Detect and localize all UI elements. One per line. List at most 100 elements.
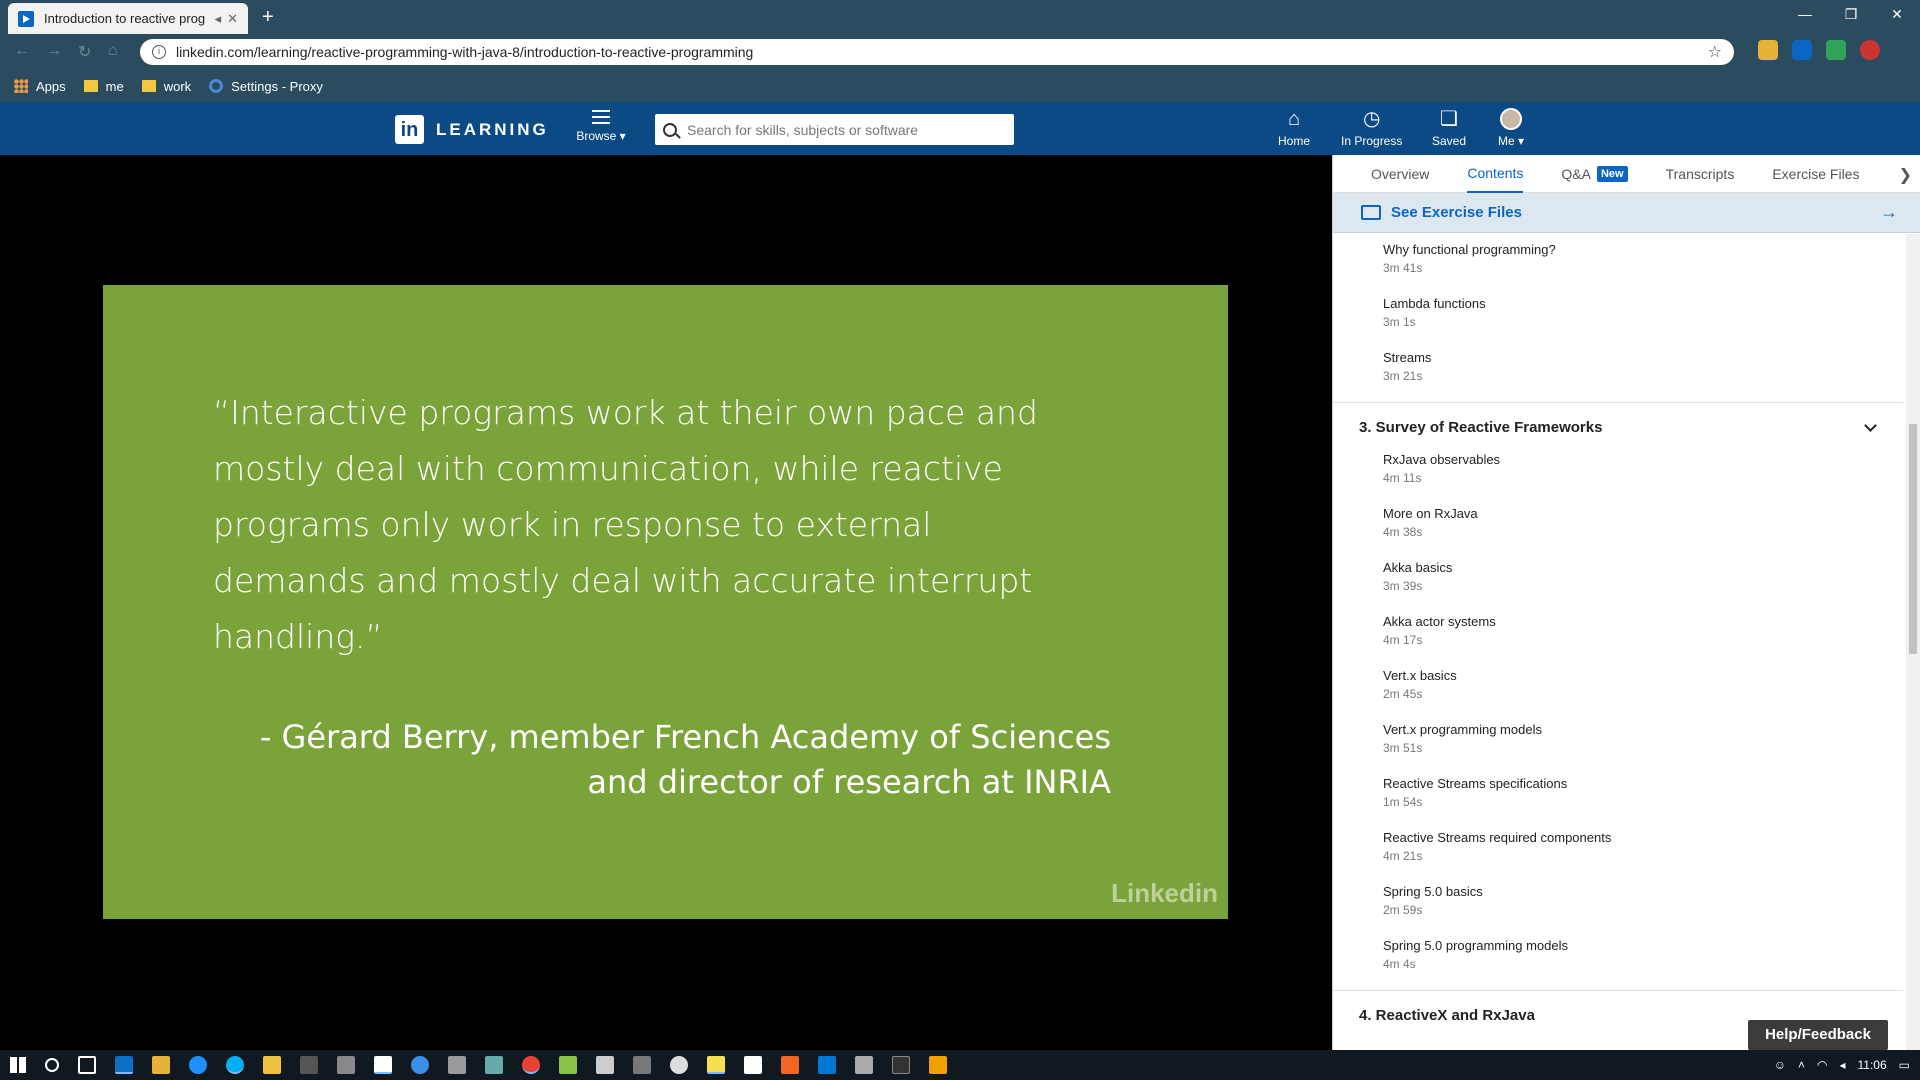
browser-tab[interactable]: Introduction to reactive prog ◂ ✕ (8, 3, 248, 34)
windows-start-icon[interactable] (10, 1057, 26, 1073)
section-header-3[interactable]: 3. Survey of Reactive Frameworks (1333, 402, 1903, 444)
clock-text[interactable]: 11:06 (1858, 1058, 1887, 1072)
list-item[interactable]: Akka basics 3m 39s (1333, 552, 1903, 606)
chevron-up-icon[interactable]: ˄ (1798, 1058, 1805, 1072)
close-window-button[interactable]: ✕ (1874, 0, 1920, 30)
wifi-icon[interactable]: ◠ (1817, 1058, 1827, 1072)
app-icon[interactable] (670, 1056, 688, 1074)
bookmark-star-icon[interactable]: ☆ (1708, 42, 1722, 62)
list-item[interactable]: Vert.x programming models 3m 51s (1333, 714, 1903, 768)
browse-menu-button[interactable]: Browse ▾ (576, 110, 626, 145)
people-icon[interactable]: ☺ (1774, 1058, 1786, 1072)
help-feedback-button[interactable]: Help/Feedback (1748, 1020, 1888, 1050)
tab-title: Introduction to reactive prog (44, 11, 206, 26)
linkedin-learning-logo[interactable]: in LEARNING (395, 115, 549, 144)
list-item[interactable]: Spring 5.0 basics 2m 59s (1333, 876, 1903, 930)
home-icon[interactable]: ⌂ (108, 42, 118, 60)
list-item[interactable]: Streams 3m 21s (1333, 342, 1903, 396)
nav-me[interactable]: Me ▾ (1498, 108, 1524, 148)
skype-icon[interactable] (226, 1056, 244, 1074)
list-item[interactable]: Reactive Streams required components 4m 2… (1333, 822, 1903, 876)
tab-overview[interactable]: Overview (1371, 155, 1429, 193)
app-icon[interactable] (855, 1056, 873, 1074)
chrome-icon[interactable] (522, 1056, 540, 1074)
list-item[interactable]: Reactive Streams specifications 1m 54s (1333, 768, 1903, 822)
app-icon[interactable] (781, 1056, 799, 1074)
vscode-icon[interactable] (818, 1056, 836, 1074)
tab-qa[interactable]: Q&A New (1561, 155, 1628, 193)
extension-icon[interactable] (1758, 40, 1778, 60)
tab-exercise-files[interactable]: Exercise Files (1772, 155, 1859, 193)
contents-list: Why functional programming? 3m 41s Lambd… (1333, 234, 1903, 1050)
slide-attribution: - Gérard Berry, member French Academy of… (259, 718, 1111, 801)
see-exercise-files-button[interactable]: See Exercise Files → (1333, 193, 1920, 233)
app-icon[interactable] (263, 1056, 281, 1074)
list-item[interactable]: Lambda functions 3m 1s (1333, 288, 1903, 342)
tab-contents[interactable]: Contents (1467, 155, 1524, 193)
profile-avatar-icon[interactable] (1860, 40, 1880, 60)
panel-scrollbar[interactable] (1906, 234, 1920, 1050)
list-item[interactable]: More on RxJava 4m 38s (1333, 498, 1903, 552)
app-icon[interactable] (596, 1056, 614, 1074)
list-item[interactable]: Why functional programming? 3m 41s (1333, 234, 1903, 288)
sticky-notes-icon[interactable] (707, 1056, 725, 1074)
minimize-button[interactable]: — (1782, 0, 1828, 30)
avatar (1500, 108, 1523, 130)
chevron-right-icon[interactable]: ❯ (1899, 165, 1912, 185)
intellij-icon[interactable] (744, 1056, 762, 1074)
close-tab-icon[interactable]: ✕ (227, 11, 238, 27)
intellij-icon[interactable] (374, 1056, 392, 1074)
app-icon[interactable] (633, 1056, 651, 1074)
hamburger-icon (592, 110, 610, 124)
chevron-down-icon[interactable] (1864, 418, 1877, 432)
volume-icon[interactable]: ◂ (1839, 1058, 1845, 1072)
nav-saved[interactable]: ❏ Saved (1432, 108, 1466, 148)
video-slide: “Interactive programs work at their own … (103, 285, 1228, 919)
notifications-icon[interactable]: ▭ (1899, 1058, 1910, 1072)
extension-icon[interactable] (1826, 40, 1846, 60)
back-arrow-icon[interactable]: ← (14, 42, 30, 60)
nav-in-progress[interactable]: ◷ In Progress (1341, 108, 1402, 148)
app-icon[interactable] (485, 1056, 503, 1074)
browser-toolbar: ← → ↻ ⌂ i linkedin.com/learning/reactive… (0, 34, 1920, 70)
forward-arrow-icon[interactable]: → (46, 42, 62, 60)
course-panel: Overview Contents Q&A New Transcripts Exe… (1332, 155, 1920, 1050)
restore-button[interactable]: ❐ (1828, 0, 1874, 30)
nav-home[interactable]: ⌂ Home (1278, 108, 1310, 148)
terminal-icon[interactable] (300, 1056, 318, 1074)
bookmark-me[interactable]: me (83, 79, 124, 94)
file-explorer-icon[interactable] (152, 1056, 170, 1074)
list-item[interactable]: Vert.x basics 2m 45s (1333, 660, 1903, 714)
reload-icon[interactable]: ↻ (78, 42, 91, 62)
list-item[interactable]: Spring 5.0 programming models 4m 4s (1333, 930, 1903, 984)
tab-transcripts[interactable]: Transcripts (1666, 155, 1735, 193)
task-view-icon[interactable] (78, 1056, 96, 1074)
internet-explorer-icon[interactable] (189, 1056, 207, 1074)
clock-icon: ◷ (1362, 108, 1381, 130)
app-icon[interactable] (411, 1056, 429, 1074)
bookmark-apps[interactable]: Apps (14, 79, 66, 94)
app-icon[interactable] (929, 1056, 947, 1074)
home-icon: ⌂ (1287, 108, 1301, 130)
bookmark-work[interactable]: work (141, 79, 191, 94)
outlook-icon[interactable] (115, 1056, 133, 1074)
list-item[interactable]: Akka actor systems 4m 17s (1333, 606, 1903, 660)
app-icon[interactable] (337, 1056, 355, 1074)
extensions (1758, 40, 1880, 60)
scrollbar-thumb[interactable] (1909, 424, 1917, 654)
app-icon[interactable] (448, 1056, 466, 1074)
app-icon[interactable] (559, 1056, 577, 1074)
search-input[interactable]: Search for skills, subjects or software (655, 114, 1014, 145)
linkedin-extension-icon[interactable] (1792, 40, 1812, 60)
site-info-icon[interactable]: i (152, 45, 166, 59)
search-icon[interactable] (45, 1058, 59, 1072)
address-bar[interactable]: i linkedin.com/learning/reactive-program… (140, 39, 1734, 65)
bookmark-settings-proxy[interactable]: Settings - Proxy (209, 79, 323, 94)
speaker-icon[interactable]: ◂ (215, 11, 222, 27)
url-text[interactable]: linkedin.com/learning/reactive-programmi… (176, 44, 1708, 60)
new-tab-button[interactable]: + (262, 6, 274, 29)
app-icon[interactable] (892, 1056, 910, 1074)
list-item[interactable]: RxJava observables 4m 11s (1333, 444, 1903, 498)
video-player[interactable]: “Interactive programs work at their own … (0, 155, 1332, 1050)
folder-icon (141, 80, 156, 92)
